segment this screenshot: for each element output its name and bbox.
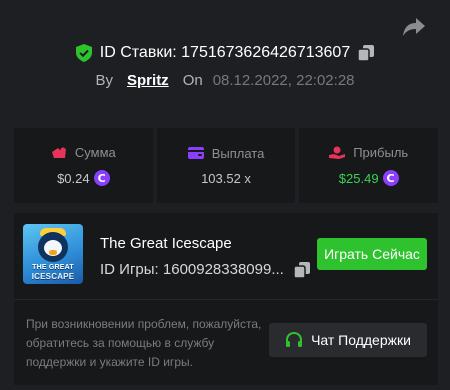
shield-check-icon xyxy=(75,44,92,62)
thumbnail-logo-line2: ICESCAPE xyxy=(31,272,75,281)
coin-icon: C xyxy=(382,170,399,186)
game-thumbnail[interactable]: THE GREAT ICESCAPE xyxy=(23,224,83,284)
bet-id-row: ID Ставки: 1751673626426713607 xyxy=(0,44,450,62)
stat-profit: Прибыль $25.49 C xyxy=(299,128,439,203)
game-id-text: ID Игры: 1600928338099... xyxy=(100,261,284,278)
headset-icon xyxy=(286,331,303,347)
bet-id-text: ID Ставки: 1751673626426713607 xyxy=(99,44,351,61)
support-help-text: При возникновении проблем, пожалуйста, о… xyxy=(26,317,262,369)
copy-icon[interactable] xyxy=(293,261,310,279)
stat-payout-label: Выплата xyxy=(211,145,265,161)
stat-payout-value: 103.52 x xyxy=(201,170,251,186)
stat-amount-value: $0.24 xyxy=(57,170,90,186)
author-row: By Spritz On 08.12.2022, 22:02:28 xyxy=(0,72,450,89)
username-link[interactable]: Spritz xyxy=(127,72,169,89)
divider xyxy=(14,299,438,300)
copy-icon[interactable] xyxy=(357,45,375,62)
stat-payout: Выплата 103.52 x xyxy=(156,128,296,203)
game-id-row: ID Игры: 1600928338099... xyxy=(100,261,310,279)
wallet-icon xyxy=(187,147,204,159)
on-label: On xyxy=(182,72,203,89)
support-chat-label: Чат Поддержки xyxy=(311,332,411,348)
by-label: By xyxy=(95,72,114,89)
game-card: THE GREAT ICESCAPE The Great Icescape ID… xyxy=(14,213,438,385)
game-title: The Great Icescape xyxy=(100,235,232,252)
stat-profit-value: $25.49 xyxy=(338,170,379,186)
support-chat-button[interactable]: Чат Поддержки xyxy=(269,323,427,357)
stat-amount: Сумма $0.24 C xyxy=(14,128,153,203)
thumbnail-logo-line1: THE GREAT xyxy=(32,264,74,271)
coins-icon xyxy=(51,147,66,158)
stat-amount-label: Сумма xyxy=(74,145,116,160)
play-now-button[interactable]: Играть Сейчас xyxy=(317,238,427,270)
stat-profit-label: Прибыль xyxy=(353,145,409,160)
share-icon[interactable] xyxy=(402,16,426,38)
bet-date: 08.12.2022, 22:02:28 xyxy=(212,72,355,89)
stats-row: Сумма $0.24 C Выплата 103.52 x Прибыль $… xyxy=(14,128,439,203)
hand-coin-icon xyxy=(329,146,346,159)
coin-icon: C xyxy=(93,170,110,186)
